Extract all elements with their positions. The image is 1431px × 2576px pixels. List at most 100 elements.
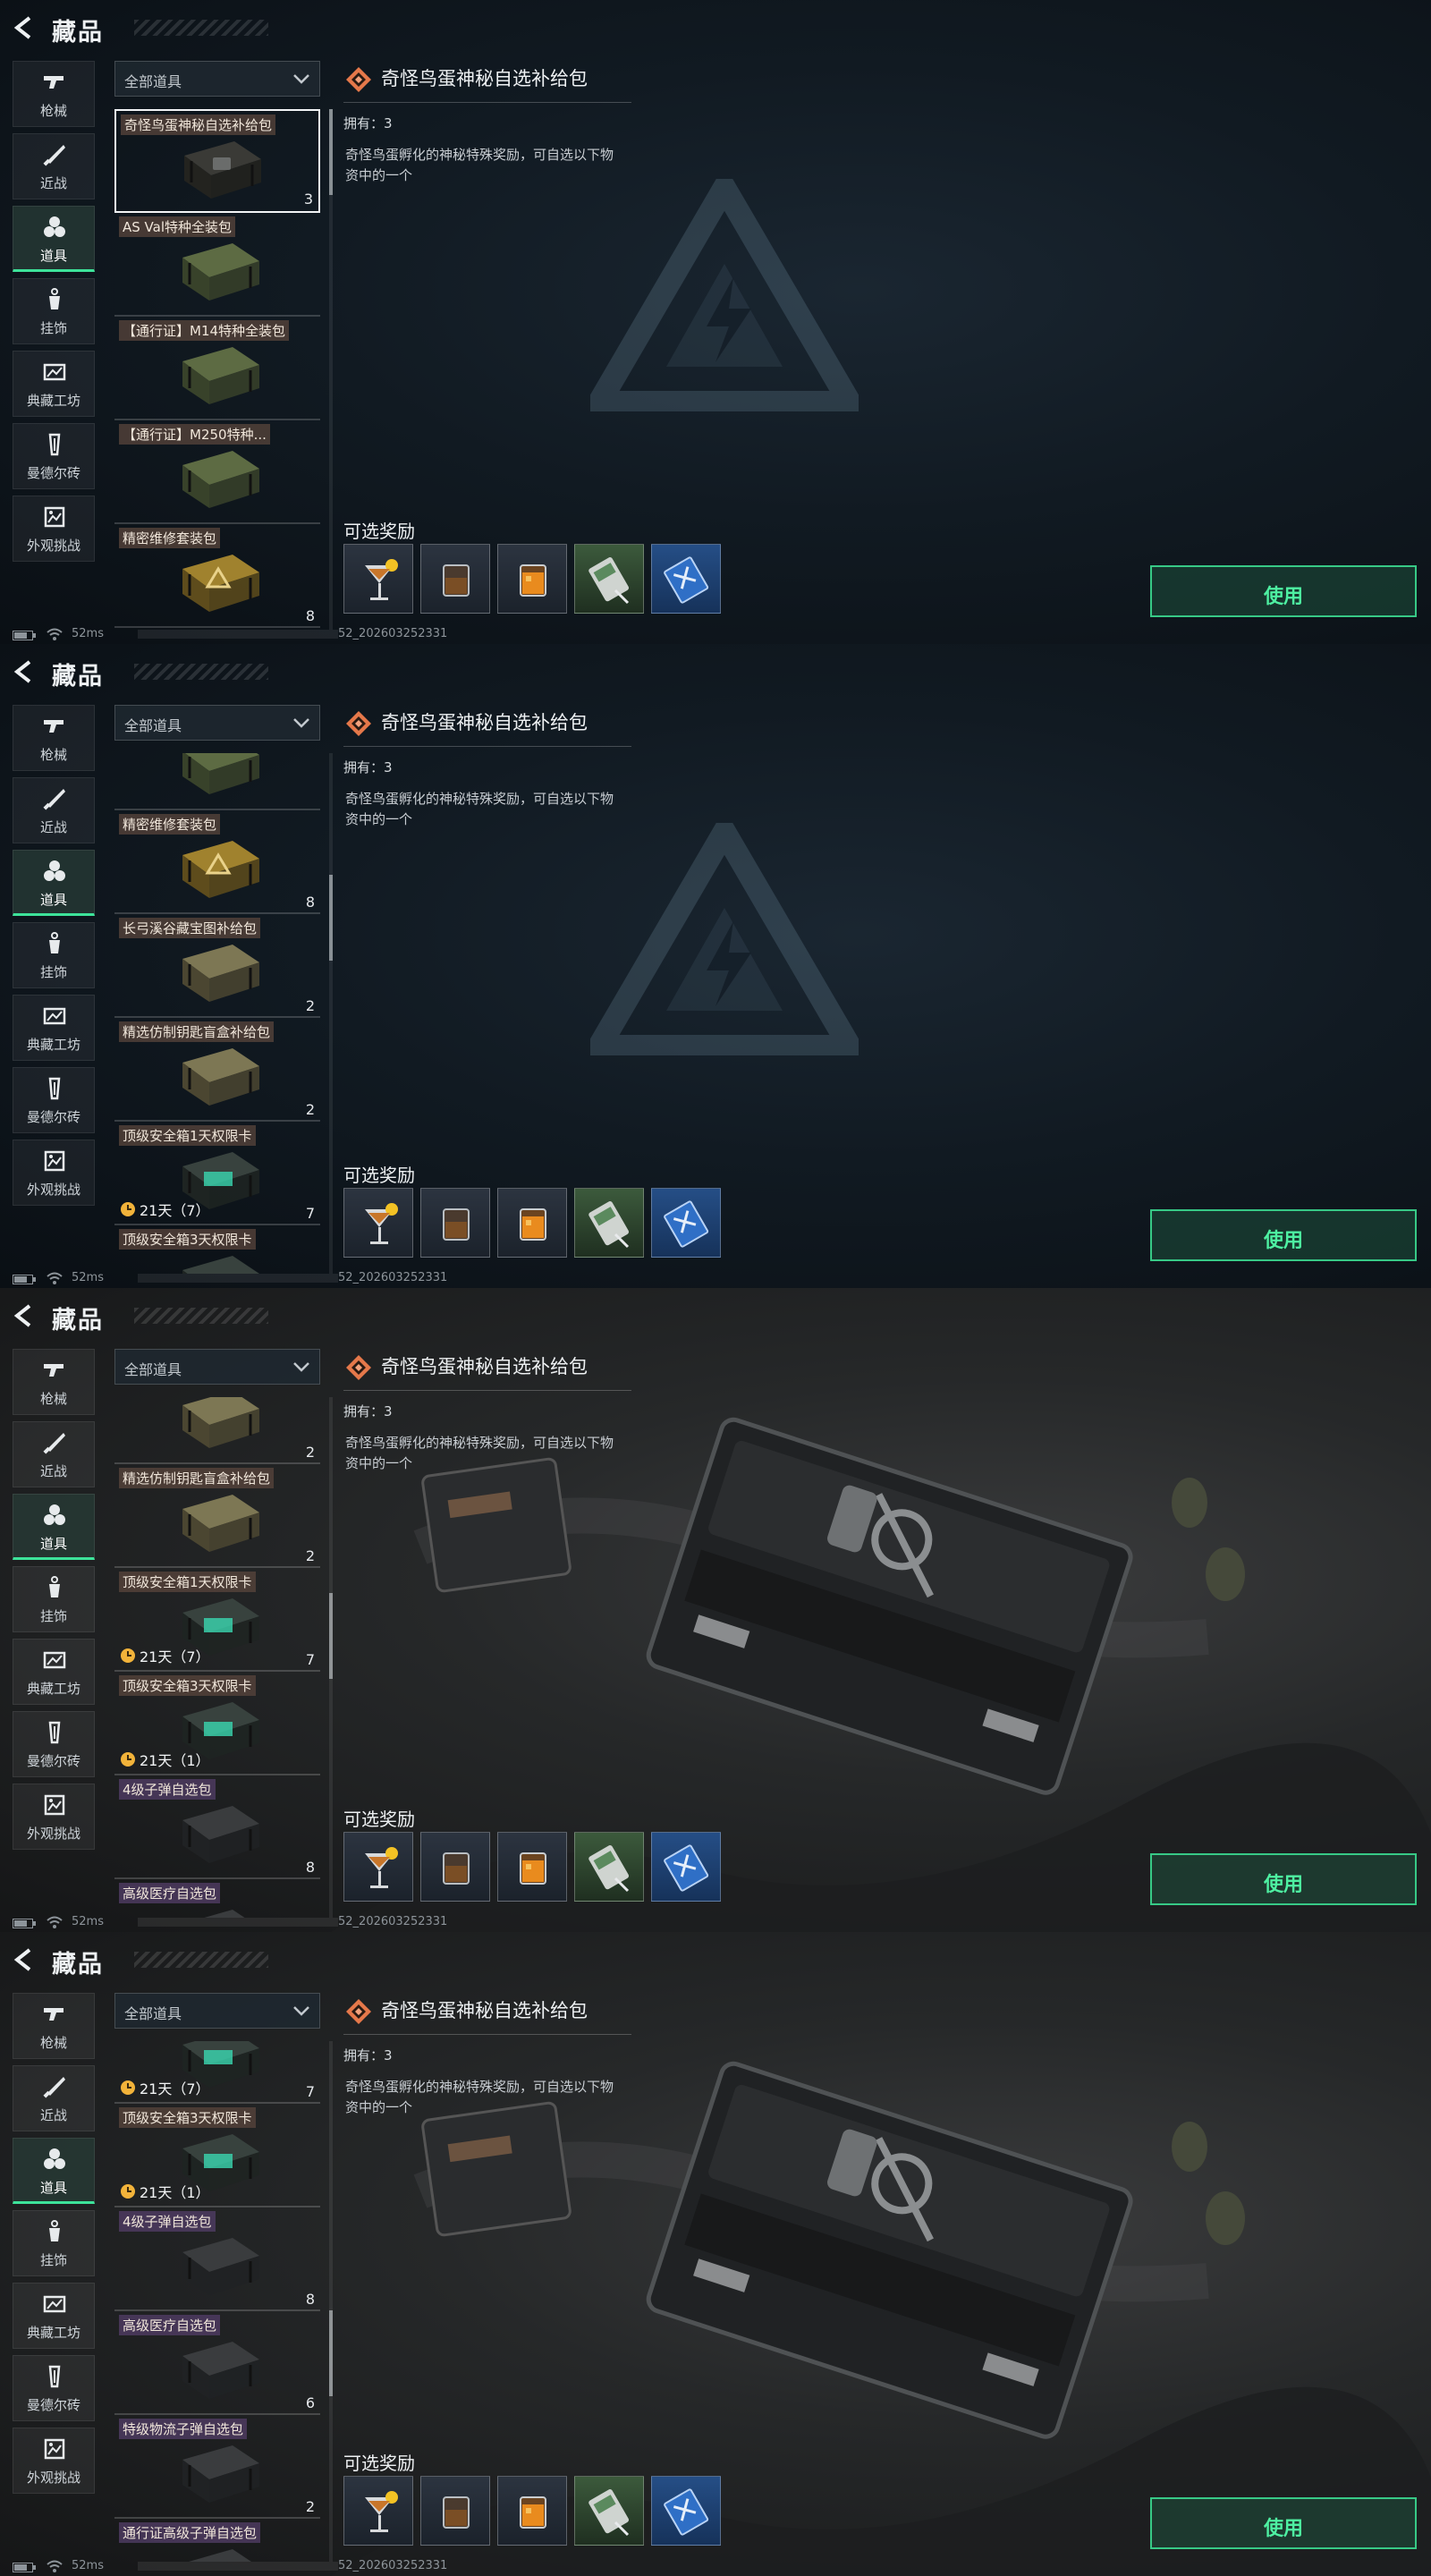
list-item[interactable]: 长弓溪谷藏宝图补给包 2 — [114, 1397, 320, 1465]
sidebar-item-2[interactable]: 近战 — [13, 1421, 95, 1487]
reward-option-1[interactable] — [343, 544, 413, 614]
sidebar-item-4[interactable]: 挂饰 — [13, 2210, 95, 2276]
list-item[interactable]: 【通行证】M250特种... — [114, 420, 320, 524]
reward-option-1[interactable] — [343, 2476, 413, 2546]
use-button[interactable]: 使用 — [1150, 565, 1417, 617]
sidebar-item-6[interactable]: 曼德尔砖 — [13, 2355, 95, 2421]
reward-option-5[interactable] — [651, 1188, 721, 1258]
reward-option-4[interactable] — [574, 1832, 644, 1902]
sidebar-item-3[interactable]: 道具 — [13, 850, 95, 916]
sidebar-item-1[interactable]: 枪械 — [13, 61, 95, 127]
list-item[interactable]: 4级子弹自选包 8 — [114, 2207, 320, 2311]
item-filter-dropdown[interactable]: 全部道具 — [114, 1993, 320, 2029]
list-item[interactable]: 精选仿制钥匙盲盒补给包 2 — [114, 1018, 320, 1122]
item-list[interactable]: 奇怪鸟蛋神秘自选补给包 3AS Val特种全装包 【通行证】M14特种全装包 【… — [114, 109, 322, 630]
list-item[interactable]: 顶级安全箱3天权限卡 21天（1） — [114, 2104, 320, 2207]
cocktail-icon — [365, 559, 398, 600]
scrollbar-thumb[interactable] — [329, 875, 333, 962]
reward-option-4[interactable] — [574, 1188, 644, 1258]
reward-option-3[interactable] — [497, 2476, 567, 2546]
reward-option-4[interactable] — [574, 2476, 644, 2546]
sidebar-item-2[interactable]: 近战 — [13, 777, 95, 843]
use-button[interactable]: 使用 — [1150, 1853, 1417, 1905]
sidebar-item-3[interactable]: 道具 — [13, 2138, 95, 2204]
item-list[interactable]: 奇怪鸟蛋神秘自选补给包 3AS Val特种全装包 【通行证】M14特种全装包 【… — [114, 753, 322, 1274]
list-item[interactable]: 顶级安全箱3天权限卡 21天（1） — [114, 1672, 320, 1776]
sidebar-item-6[interactable]: 曼德尔砖 — [13, 423, 95, 489]
reward-option-2[interactable] — [420, 2476, 490, 2546]
sidebar-item-5[interactable]: 典藏工坊 — [13, 995, 95, 1061]
list-item[interactable]: 精密维修套装包 8 — [114, 810, 320, 914]
list-item[interactable]: 顶级安全箱3天权限卡 21天（1） — [114, 1225, 320, 1274]
list-item[interactable]: 顶级安全箱1天权限卡 7 21天（7） — [114, 2041, 320, 2104]
sidebar-item-1[interactable]: 枪械 — [13, 1993, 95, 2059]
back-arrow-icon[interactable] — [13, 1948, 36, 1971]
list-item[interactable]: 顶级安全箱1天权限卡 7 21天（7） — [114, 1568, 320, 1673]
reward-option-5[interactable] — [651, 2476, 721, 2546]
reward-option-5[interactable] — [651, 544, 721, 614]
list-item[interactable]: 【通行证】M14特种全装包 — [114, 317, 320, 420]
redacted-text — [138, 1918, 338, 1927]
sidebar-item-7[interactable]: 外观挑战 — [13, 496, 95, 562]
sidebar-item-3[interactable]: 道具 — [13, 1494, 95, 1560]
sidebar-item-1[interactable]: 枪械 — [13, 1349, 95, 1415]
item-filter-dropdown[interactable]: 全部道具 — [114, 61, 320, 97]
list-item[interactable]: 奇怪鸟蛋神秘自选补给包 3 — [114, 109, 320, 213]
list-item[interactable]: 特级物流子弹自选包 2 — [114, 2415, 320, 2519]
reward-option-4[interactable] — [574, 544, 644, 614]
back-arrow-icon[interactable] — [13, 16, 36, 39]
list-item[interactable]: 【通行证】M250特种... — [114, 753, 320, 810]
chevron-down-icon — [293, 74, 309, 84]
sidebar-item-4[interactable]: 挂饰 — [13, 1566, 95, 1632]
use-button[interactable]: 使用 — [1150, 1209, 1417, 1261]
scrollbar-thumb[interactable] — [329, 2310, 333, 2397]
item-filter-dropdown[interactable]: 全部道具 — [114, 705, 320, 741]
list-item[interactable]: AS Val特种全装包 — [114, 213, 320, 317]
gun-icon — [44, 720, 64, 733]
item-list-scrollbar[interactable] — [329, 2041, 333, 2562]
reward-option-1[interactable] — [343, 1188, 413, 1258]
list-item[interactable]: 顶级安全箱1天权限卡 7 21天（7） — [114, 1122, 320, 1225]
sidebar-item-5[interactable]: 典藏工坊 — [13, 2283, 95, 2349]
sidebar-item-7[interactable]: 外观挑战 — [13, 1140, 95, 1206]
item-count: 2 — [305, 2497, 315, 2515]
sidebar-item-5[interactable]: 典藏工坊 — [13, 1639, 95, 1705]
list-item[interactable]: 高级医疗自选包 6 — [114, 1879, 320, 1918]
item-list[interactable]: 奇怪鸟蛋神秘自选补给包 3AS Val特种全装包 【通行证】M14特种全装包 【… — [114, 1397, 322, 1918]
list-item[interactable]: 高级医疗自选包 6 — [114, 2311, 320, 2415]
reward-option-3[interactable] — [497, 544, 567, 614]
back-arrow-icon[interactable] — [13, 660, 36, 683]
list-item[interactable]: 通行证高级子弹自选包 — [114, 2519, 320, 2562]
back-arrow-icon[interactable] — [13, 1304, 36, 1327]
item-list-scrollbar[interactable] — [329, 109, 333, 630]
reward-option-2[interactable] — [420, 544, 490, 614]
reward-option-1[interactable] — [343, 1832, 413, 1902]
item-list-scrollbar[interactable] — [329, 1397, 333, 1918]
list-item[interactable]: 精密维修套装包 8 — [114, 524, 320, 628]
sidebar-item-7[interactable]: 外观挑战 — [13, 1784, 95, 1850]
reward-option-2[interactable] — [420, 1188, 490, 1258]
item-list[interactable]: 奇怪鸟蛋神秘自选补给包 3AS Val特种全装包 【通行证】M14特种全装包 【… — [114, 2041, 322, 2562]
list-item[interactable]: 精选仿制钥匙盲盒补给包 2 — [114, 1464, 320, 1569]
list-item[interactable]: 4级子弹自选包 8 — [114, 1775, 320, 1880]
sidebar-item-1[interactable]: 枪械 — [13, 705, 95, 771]
sidebar-item-2[interactable]: 近战 — [13, 2065, 95, 2131]
use-button[interactable]: 使用 — [1150, 2497, 1417, 2549]
reward-option-2[interactable] — [420, 1832, 490, 1902]
reward-option-3[interactable] — [497, 1832, 567, 1902]
sidebar-item-7[interactable]: 外观挑战 — [13, 2428, 95, 2494]
scrollbar-thumb[interactable] — [329, 109, 333, 195]
item-list-scrollbar[interactable] — [329, 753, 333, 1274]
scrollbar-thumb[interactable] — [329, 1592, 333, 1679]
sidebar-item-4[interactable]: 挂饰 — [13, 922, 95, 988]
sidebar-item-6[interactable]: 曼德尔砖 — [13, 1711, 95, 1777]
sidebar-item-2[interactable]: 近战 — [13, 133, 95, 199]
sidebar-item-5[interactable]: 典藏工坊 — [13, 351, 95, 417]
sidebar-item-4[interactable]: 挂饰 — [13, 278, 95, 344]
sidebar-item-6[interactable]: 曼德尔砖 — [13, 1067, 95, 1133]
reward-option-3[interactable] — [497, 1188, 567, 1258]
item-filter-dropdown[interactable]: 全部道具 — [114, 1349, 320, 1385]
list-item[interactable]: 长弓溪谷藏宝图补给包 2 — [114, 914, 320, 1018]
sidebar-item-3[interactable]: 道具 — [13, 206, 95, 272]
reward-option-5[interactable] — [651, 1832, 721, 1902]
